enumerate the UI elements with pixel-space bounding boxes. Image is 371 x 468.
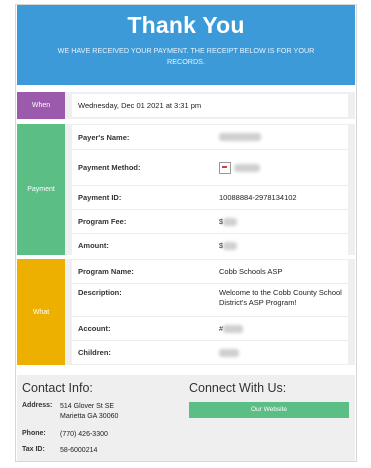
payer-name-row: Payer's Name: [72, 125, 348, 150]
address-row: Address: 514 Glover St SE Marietta GA 30… [22, 402, 118, 422]
redacted-blur [219, 348, 239, 357]
payment-method-value [219, 161, 348, 174]
redacted-blur [223, 217, 238, 226]
tax-id-row: Tax ID: 58-6000214 [22, 446, 97, 456]
redacted-blur [234, 163, 260, 172]
connect-title: Connect With Us: [189, 381, 287, 395]
account-row: Account: # [72, 317, 348, 341]
contact-title: Contact Info: [22, 381, 93, 395]
payment-rows: Payer's Name: Payment Method: Payment ID… [72, 125, 348, 257]
payment-section: Payment Payer's Name: Payment Method: Pa… [17, 124, 355, 257]
redacted-blur [219, 133, 261, 142]
children-key: Children: [78, 348, 111, 357]
account-value: # [219, 324, 348, 334]
amount-row: Amount: $ [72, 234, 348, 257]
when-row: Wednesday, Dec 01 2021 at 3:31 pm [72, 94, 348, 117]
program-name-value: Cobb Schools ASP [219, 266, 283, 276]
program-name-key: Program Name: [78, 267, 134, 276]
payment-method-key: Payment Method: [78, 163, 141, 172]
when-label: When [17, 92, 65, 119]
receipt-card: Thank You WE HAVE RECEIVED YOUR PAYMENT.… [15, 4, 357, 462]
payment-datetime: Wednesday, Dec 01 2021 at 3:31 pm [78, 100, 202, 110]
description-key: Description: [78, 288, 122, 297]
tax-id-value: 58-6000214 [60, 447, 98, 454]
when-section: When Wednesday, Dec 01 2021 at 3:31 pm [17, 92, 355, 119]
address-key: Address: [22, 402, 53, 409]
description-value: Welcome to the Cobb County School Distri… [219, 288, 342, 307]
children-row: Children: [72, 341, 348, 364]
payment-id-key: Payment ID: [78, 193, 122, 202]
what-section: What Program Name: Cobb Schools ASP Desc… [17, 259, 355, 365]
payment-label: Payment [17, 124, 65, 255]
phone-value: (770) 426-3300 [60, 431, 108, 438]
address-line2: Marietta GA 30060 [60, 413, 119, 420]
address-value: 514 Glover St SE Marietta GA 30060 [60, 402, 118, 422]
payment-id-value: 10088884-2978134102 [219, 192, 297, 202]
phone-row: Phone: (770) 426-3300 [22, 430, 108, 440]
contact-footer: Contact Info: Address: 514 Glover St SE … [17, 375, 355, 461]
what-label: What [17, 259, 65, 365]
amount-key: Amount: [78, 241, 109, 250]
our-website-button[interactable]: Our Website [189, 402, 349, 418]
card-icon [219, 161, 231, 174]
amount-value: $ [219, 241, 348, 251]
page-title: Thank You [127, 12, 245, 38]
tax-id-key: Tax ID: [22, 446, 45, 453]
header-subtitle: WE HAVE RECEIVED YOUR PAYMENT. THE RECEI… [57, 46, 315, 66]
thank-you-header: Thank You WE HAVE RECEIVED YOUR PAYMENT.… [17, 5, 355, 85]
payer-name-key: Payer's Name: [78, 132, 130, 142]
description-row: Description: Welcome to the Cobb County … [72, 284, 348, 317]
program-fee-value: $ [219, 217, 348, 227]
children-value [219, 348, 348, 358]
what-rows: Program Name: Cobb Schools ASP Descripti… [72, 260, 348, 364]
when-rows: Wednesday, Dec 01 2021 at 3:31 pm [72, 94, 348, 117]
redacted-blur [223, 241, 238, 250]
address-line1: 514 Glover St SE [60, 403, 115, 410]
redacted-blur [223, 324, 244, 333]
program-name-row: Program Name: Cobb Schools ASP [72, 260, 348, 284]
payment-method-row: Payment Method: [72, 150, 348, 186]
phone-key: Phone: [22, 430, 46, 437]
account-key: Account: [78, 324, 111, 333]
payment-id-row: Payment ID: 10088884-2978134102 [72, 186, 348, 210]
payer-name-value [219, 132, 348, 142]
program-fee-key: Program Fee: [78, 217, 127, 226]
program-fee-row: Program Fee: $ [72, 210, 348, 234]
